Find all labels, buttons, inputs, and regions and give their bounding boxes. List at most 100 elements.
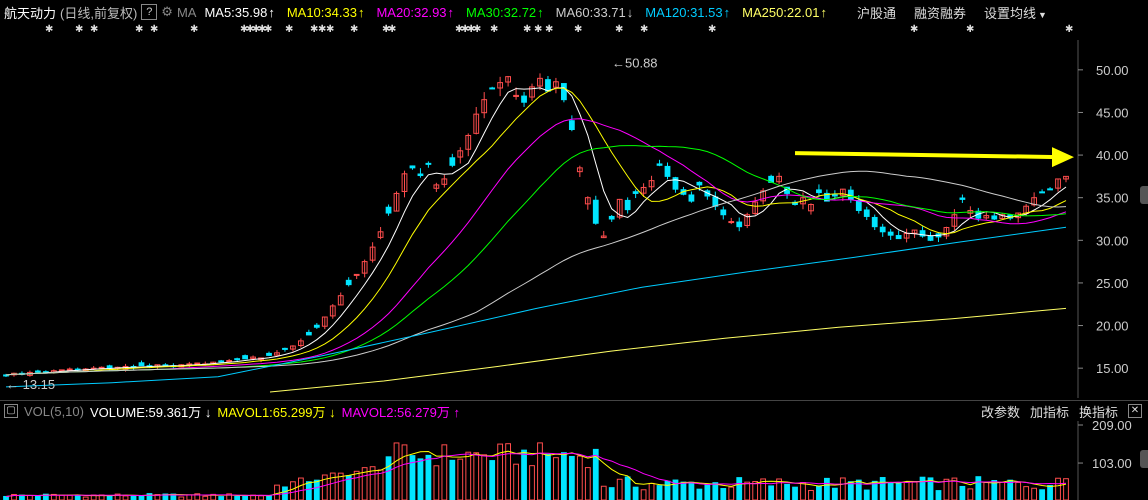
volume-bar (441, 444, 448, 500)
volume-bar (146, 493, 153, 500)
volume-collapse-box[interactable]: ▢ (4, 404, 18, 418)
switch-indicator-button[interactable]: 换指标 (1079, 402, 1118, 421)
help-button[interactable]: ? (141, 4, 158, 20)
event-marker-icon[interactable]: ✱ (190, 24, 198, 35)
ma-item-6[interactable]: MA250:22.01↑ (742, 5, 827, 20)
volume-bar (576, 455, 583, 500)
event-marker-icon[interactable]: ✱ (534, 24, 542, 35)
volume-bar (855, 479, 862, 500)
candle-body (879, 226, 886, 233)
price-axis-label: 25.00 (1096, 276, 1129, 291)
candle-body (1047, 188, 1053, 191)
volume-bar (712, 482, 719, 500)
period-mode[interactable]: (日线,前复权) (60, 3, 137, 22)
volume-bar (616, 478, 623, 500)
candle-body (226, 359, 233, 362)
price-chart[interactable]: 50.00 45.00 40.00 35.00 30.00 25.00 20.00 15.00… (0, 40, 1148, 398)
event-marker-icon[interactable]: ✱ (910, 24, 918, 35)
candle-body (632, 191, 639, 194)
candle-body (489, 87, 496, 90)
volume-bar (529, 465, 535, 500)
event-marker-icon[interactable]: ✱ (473, 24, 481, 35)
volume-bar (1023, 486, 1030, 500)
volume-bar (967, 488, 974, 500)
event-marker-icon[interactable]: ✱ (545, 24, 553, 35)
ma-item-0[interactable]: MA5:35.98↑ (204, 5, 274, 20)
event-marker-icon[interactable]: ✱ (264, 24, 272, 35)
volume-bar (640, 489, 647, 500)
close-icon[interactable]: ✕ (1128, 404, 1142, 418)
link-margin-trading[interactable]: 融资融券 (914, 3, 966, 22)
candle-body (608, 215, 615, 220)
vol-item-label: MAVOL2:56.279万 (341, 404, 450, 420)
volume-bar (138, 495, 145, 500)
event-marker-icon[interactable]: ✱ (388, 24, 396, 35)
volume-bar (1047, 485, 1053, 500)
volume-chart[interactable]: 209.00 103.00 (0, 421, 1148, 500)
event-marker-icon[interactable]: ✱ (615, 24, 623, 35)
event-marker-icon[interactable]: ✱ (523, 24, 531, 35)
event-marker-icon[interactable]: ✱ (574, 24, 582, 35)
volume-bar (313, 479, 320, 500)
volume-scroll-handle[interactable] (1140, 450, 1148, 468)
ma-item-1[interactable]: MA10:34.33↑ (287, 5, 365, 20)
event-marker-icon[interactable]: ✱ (90, 24, 98, 35)
ma-line-ma20 (5, 118, 1067, 376)
event-marker-icon[interactable]: ✱ (1065, 24, 1073, 35)
volume-bar (568, 455, 575, 500)
candle-body (927, 235, 934, 241)
annotation-arrow-line (794, 151, 1059, 160)
event-marker-icon[interactable]: ✱ (708, 24, 716, 35)
event-marker-icon[interactable]: ✱ (135, 24, 143, 35)
event-marker-icon[interactable]: ✱ (285, 24, 293, 35)
event-marker-icon[interactable]: ✱ (350, 24, 358, 35)
candle-body (353, 273, 360, 276)
link-hk-connect[interactable]: 沪股通 (857, 3, 896, 22)
volume-bar (816, 485, 822, 500)
gear-icon[interactable]: ⚙ (161, 4, 173, 20)
volume-bar (680, 481, 687, 500)
volume-bar (473, 452, 480, 500)
ma-item-4[interactable]: MA60:33.71↓ (556, 5, 634, 20)
volume-bar (353, 470, 360, 500)
candle-body (712, 196, 719, 207)
volume-bar (895, 482, 902, 500)
candle-body (385, 206, 392, 214)
ma-item-label: MA250:22.01 (742, 4, 820, 20)
mavol2-line (5, 452, 1067, 497)
candle-body (831, 194, 838, 197)
candle-body (887, 231, 894, 236)
price-scroll-handle[interactable] (1140, 186, 1148, 204)
price-axis-label: 15.00 (1096, 361, 1129, 376)
edit-params-button[interactable]: 改参数 (981, 402, 1020, 421)
event-marker-icon[interactable]: ✱ (326, 24, 334, 35)
stock-name[interactable]: 航天动力 (4, 3, 56, 22)
volume-values: VOLUME:59.361万 ↓ MAVOL1:65.299万 ↓ MAVOL2:5… (90, 402, 466, 421)
event-marker-icon[interactable]: ✱ (75, 24, 83, 35)
trend-arrow-icon: ↓ (201, 404, 212, 420)
chevron-down-icon[interactable]: ▼ (1038, 10, 1047, 20)
event-marker-icon[interactable]: ✱ (45, 24, 53, 35)
event-marker-icon[interactable]: ✱ (490, 24, 498, 35)
candle-body (66, 368, 73, 371)
event-marker-icon[interactable]: ✱ (640, 24, 648, 35)
candle-body (417, 173, 424, 177)
volume-bar (66, 494, 73, 500)
volume-bar (911, 481, 918, 500)
candle-body (816, 189, 822, 194)
ma-line-ma250 (269, 307, 1067, 393)
trend-arrow-icon: ↑ (447, 4, 455, 20)
ma-item-3[interactable]: MA30:32.72↑ (466, 5, 544, 20)
event-marker-icon[interactable]: ✱ (150, 24, 158, 35)
volume-bar (736, 477, 743, 500)
volume-bar (393, 442, 400, 500)
ma-item-label: MA120:31.53 (645, 4, 723, 20)
ma-item-2[interactable]: MA20:32.93↑ (376, 5, 454, 20)
volume-bar (1007, 479, 1014, 500)
add-indicator-button[interactable]: 加指标 (1030, 402, 1069, 421)
volume-bar (58, 494, 65, 500)
ma-item-5[interactable]: MA120:31.53↑ (645, 5, 730, 20)
event-marker-icon[interactable]: ✱ (966, 24, 974, 35)
candle-body (138, 362, 145, 367)
link-set-ma[interactable]: 设置均线 ▼ (984, 3, 1047, 22)
